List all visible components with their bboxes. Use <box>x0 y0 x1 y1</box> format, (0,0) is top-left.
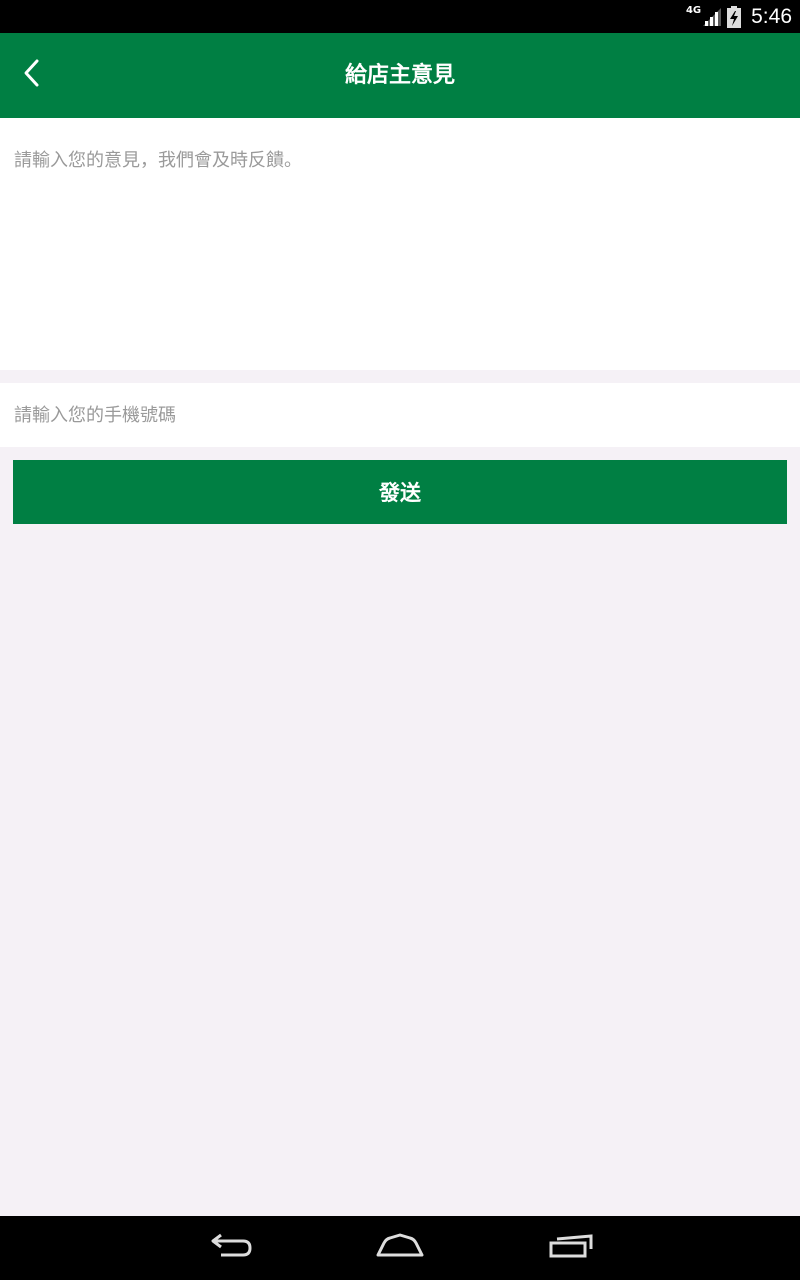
status-bar: 4G 5:46 <box>0 0 800 33</box>
nav-recents-button[interactable] <box>531 1216 611 1280</box>
phone-container <box>0 383 800 447</box>
nav-home-button[interactable] <box>360 1216 440 1280</box>
send-button[interactable]: 發送 <box>13 460 787 524</box>
clock: 5:46 <box>751 4 792 28</box>
nav-back-button[interactable] <box>190 1216 270 1280</box>
back-button[interactable] <box>10 51 54 99</box>
app-bar: 給店主意見 <box>0 33 800 118</box>
feedback-input[interactable] <box>0 118 800 370</box>
network-type-label: 4G <box>685 5 702 16</box>
status-indicators: 4G 5:46 <box>686 0 792 33</box>
nav-recents-icon <box>548 1233 594 1263</box>
send-button-label: 發送 <box>379 481 421 505</box>
battery-charging-icon <box>727 5 742 28</box>
page-title: 給店主意見 <box>344 63 455 88</box>
back-arrow-icon <box>22 58 42 92</box>
phone-input[interactable] <box>0 383 800 447</box>
feedback-container <box>0 118 800 370</box>
signal-icon <box>703 7 722 26</box>
system-nav-bar <box>0 1216 800 1280</box>
nav-back-icon <box>207 1233 253 1263</box>
nav-home-icon <box>375 1233 425 1263</box>
